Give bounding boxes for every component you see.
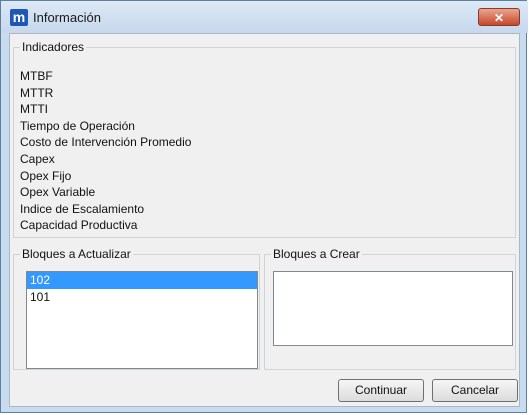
dialog-window: m Información ✕ Indicadores MTBF MTTR MT…: [0, 0, 528, 413]
indicator-item: Tiempo de Operación: [20, 118, 135, 133]
bloques-crear-label: Bloques a Crear: [271, 247, 362, 261]
cancelar-button[interactable]: Cancelar: [432, 379, 518, 402]
indicator-item: MTBF: [20, 69, 53, 83]
dialog-content: Indicadores MTBF MTTR MTTI Tiempo de Ope…: [9, 33, 520, 407]
bloques-actualizar-label: Bloques a Actualizar: [20, 247, 133, 261]
close-button[interactable]: ✕: [478, 8, 520, 26]
indicadores-label: Indicadores: [20, 40, 87, 54]
list-item[interactable]: 101: [27, 289, 257, 306]
indicator-item: Opex Fijo: [20, 168, 72, 183]
app-logo-icon: m: [10, 9, 28, 26]
indicator-item: Opex Variable: [20, 185, 96, 200]
continuar-button[interactable]: Continuar: [338, 379, 424, 402]
window-title: Información: [33, 10, 101, 25]
bloques-crear-listbox[interactable]: [273, 271, 513, 346]
indicator-item: MTTR: [20, 85, 54, 100]
indicator-item: Indice de Escalamiento: [20, 201, 145, 216]
indicator-item: MTTI: [20, 102, 48, 117]
indicator-item: Capex: [20, 151, 55, 166]
indicadores-list: MTBF MTTR MTTI Tiempo de Operación Costo…: [20, 68, 191, 234]
bloques-actualizar-listbox[interactable]: 102 101: [26, 271, 258, 369]
list-item[interactable]: 102: [27, 272, 257, 289]
indicator-item: Costo de Intervención Promedio: [20, 135, 192, 150]
indicator-item: Capacidad Productiva: [20, 218, 138, 233]
title-bar[interactable]: m Información ✕: [1, 1, 528, 33]
